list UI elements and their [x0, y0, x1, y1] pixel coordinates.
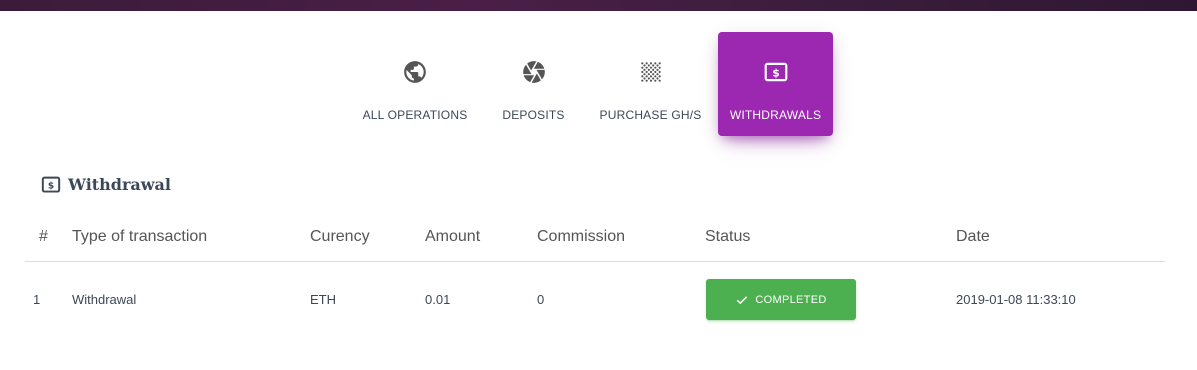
dollar-bill-icon: $ [762, 58, 790, 86]
tab-all-operations[interactable]: ALL OPERATIONS [356, 32, 474, 136]
row-type: Withdrawal [72, 292, 137, 307]
globe-icon [401, 58, 429, 86]
tab-label: PURCHASE GH/S [599, 108, 702, 122]
tab-label: DEPOSITS [502, 108, 565, 122]
section-header: $ Withdrawal [41, 175, 171, 194]
column-header-type: Type of transaction [72, 228, 208, 245]
tab-purchase-ghs[interactable]: PURCHASE GH/S [593, 32, 708, 136]
table-row: 1 Withdrawal ETH 0.01 0 COMPLETED 2019-0… [25, 262, 1165, 338]
svg-text:$: $ [48, 181, 54, 191]
check-icon [735, 293, 749, 307]
tab-withdrawals[interactable]: $ WITHDRAWALS [718, 32, 833, 136]
tab-deposits[interactable]: DEPOSITS [495, 32, 572, 136]
row-currency: ETH [310, 292, 336, 307]
top-bar [0, 0, 1197, 11]
withdrawal-table: # Type of transaction Curency Amount Com… [25, 218, 1165, 338]
tab-label: ALL OPERATIONS [362, 108, 468, 122]
tab-label: WITHDRAWALS [729, 108, 822, 122]
row-index: 1 [33, 292, 41, 307]
column-header-date: Date [956, 228, 990, 245]
column-header-commission: Commission [537, 228, 626, 245]
table-header: # Type of transaction Curency Amount Com… [25, 218, 1165, 262]
grain-icon [637, 58, 665, 86]
row-amount: 0.01 [425, 292, 451, 307]
row-commission: 0 [537, 292, 545, 307]
status-badge: COMPLETED [706, 279, 856, 320]
column-header-amount: Amount [425, 228, 481, 245]
column-header-index: # [39, 228, 48, 245]
column-header-currency: Curency [310, 228, 370, 245]
column-header-status: Status [705, 228, 751, 245]
svg-text:$: $ [772, 66, 780, 79]
row-date: 2019-01-08 11:33:10 [956, 292, 1076, 307]
dollar-bill-icon: $ [41, 176, 61, 194]
aperture-icon [520, 58, 548, 86]
status-text: COMPLETED [755, 293, 827, 306]
operations-tabs: ALL OPERATIONS DEPOSITS PURCHASE GH/S $ … [0, 32, 1197, 136]
section-title: Withdrawal [68, 175, 171, 194]
